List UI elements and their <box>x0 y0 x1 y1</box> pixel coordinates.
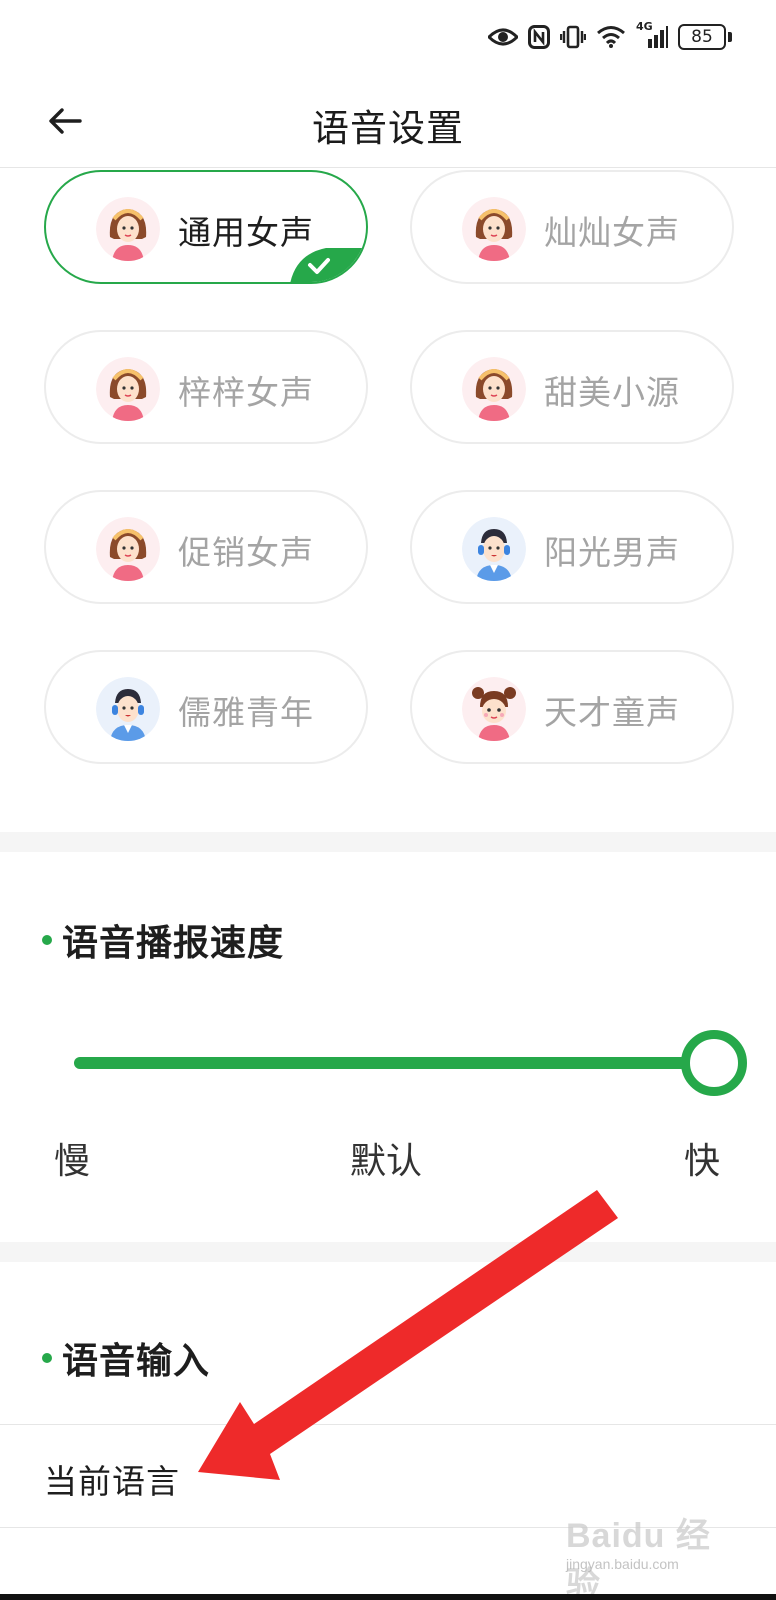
voice-grid: 通用女声 灿灿女声梓梓女声 甜美小源促销女声 阳光男声儒雅青年 天才童声 <box>0 170 776 830</box>
speed-heading-text: 语音播报速度 <box>62 923 285 964</box>
signal-icon: 4G <box>636 20 668 52</box>
voice-option[interactable]: 阳光男声 <box>410 490 734 604</box>
eye-icon <box>488 22 518 52</box>
nfc-icon <box>528 22 550 52</box>
child-avatar-icon <box>462 677 526 741</box>
speed-label-fast: 快 <box>684 1141 721 1182</box>
woman-avatar-icon <box>462 197 526 261</box>
voice-option[interactable]: 儒雅青年 <box>44 650 368 764</box>
voice-option-label: 灿灿女声 <box>544 213 680 252</box>
bottom-edge <box>0 1594 776 1600</box>
voice-option-label: 通用女声 <box>178 213 314 252</box>
voice-option[interactable]: 通用女声 <box>44 170 368 284</box>
voice-input-heading-text: 语音输入 <box>62 1341 211 1382</box>
woman-avatar-icon <box>96 197 160 261</box>
section-divider <box>0 832 776 852</box>
selected-check-icon <box>276 248 366 282</box>
voice-option[interactable]: 灿灿女声 <box>410 170 734 284</box>
voice-option-label: 促销女声 <box>178 533 314 572</box>
voice-option[interactable]: 天才童声 <box>410 650 734 764</box>
baidu-watermark: Baidu 经验 jingyan.baidu.com <box>566 1508 736 1600</box>
network-type-label: 4G <box>636 20 653 33</box>
voice-option[interactable]: 甜美小源 <box>410 330 734 444</box>
woman-avatar-icon <box>96 517 160 581</box>
wifi-icon <box>596 22 626 52</box>
speed-label-default: 默认 <box>350 1141 423 1182</box>
voice-option-label: 梓梓女声 <box>178 373 314 412</box>
battery-level: 85 <box>678 24 726 50</box>
woman-avatar-icon <box>96 357 160 421</box>
status-icons: 4G 85 <box>488 20 732 52</box>
speed-label-slow: 慢 <box>54 1141 91 1182</box>
voice-option-label: 儒雅青年 <box>178 693 314 732</box>
status-bar: 4G 85 <box>0 0 776 74</box>
voice-option-label: 阳光男声 <box>544 533 680 572</box>
woman-avatar-icon <box>462 357 526 421</box>
heading-dot <box>42 1353 52 1363</box>
man-avatar-icon <box>96 677 160 741</box>
man-avatar-icon <box>462 517 526 581</box>
watermark-main: Baidu 经验 <box>566 1517 711 1600</box>
speed-slider[interactable] <box>74 1030 747 1096</box>
voice-option[interactable]: 促销女声 <box>44 490 368 604</box>
slider-thumb[interactable] <box>681 1030 747 1096</box>
watermark-sub: jingyan.baidu.com <box>566 1556 679 1572</box>
header: 语音设置 <box>0 74 776 168</box>
speed-heading: 语音播报速度 <box>42 914 284 966</box>
voice-option[interactable]: 梓梓女声 <box>44 330 368 444</box>
heading-dot <box>42 935 52 945</box>
current-language-label: 当前语言 <box>44 1462 180 1501</box>
slider-fill <box>74 1057 714 1069</box>
vibrate-icon <box>560 22 586 52</box>
section-divider <box>0 1242 776 1262</box>
voice-option-label: 天才童声 <box>544 693 680 732</box>
voice-option-label: 甜美小源 <box>544 373 680 412</box>
voice-input-heading: 语音输入 <box>42 1332 210 1384</box>
battery-icon: 85 <box>678 24 732 50</box>
page-title: 语音设置 <box>312 107 464 150</box>
